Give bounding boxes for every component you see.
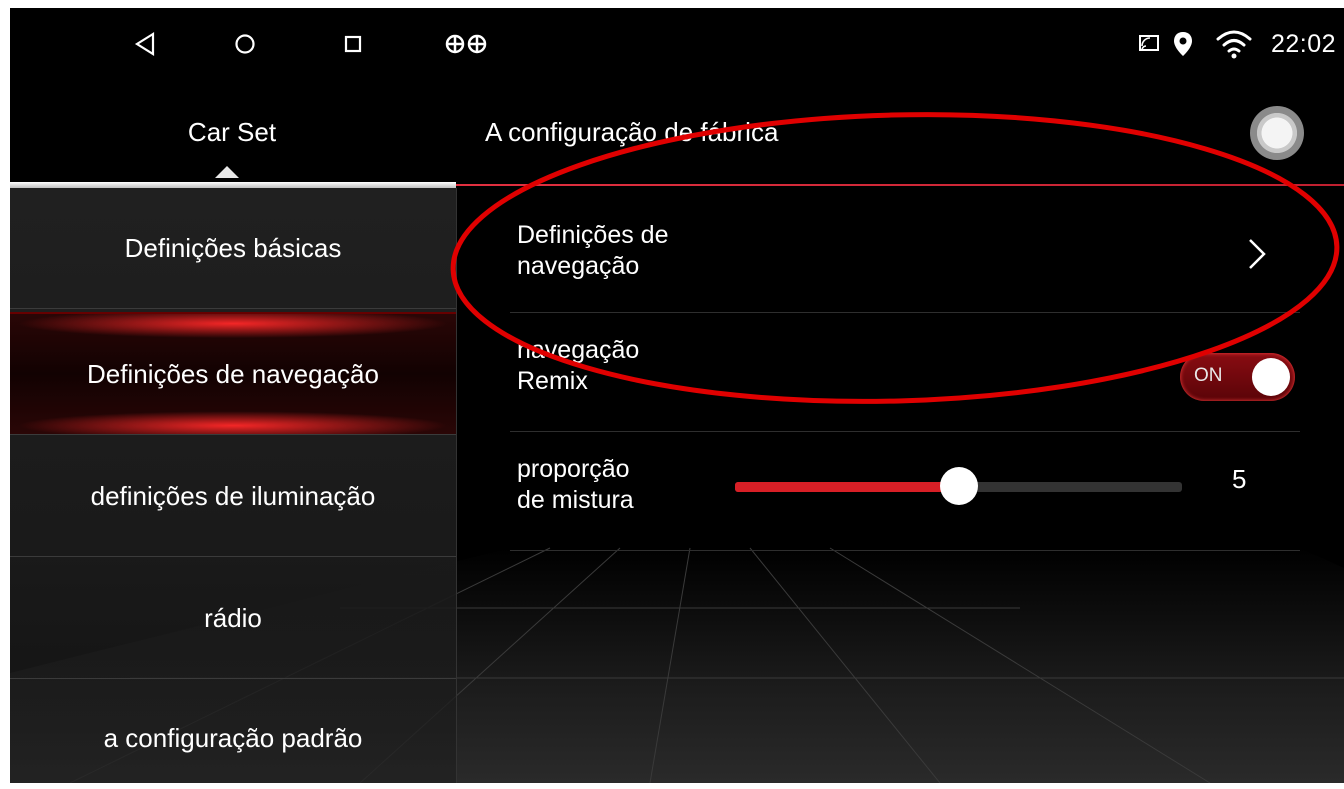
row-label-line2: Remix [517,367,588,395]
remix-toggle[interactable]: ON [1180,353,1295,401]
slider-knob[interactable] [939,467,978,505]
status-bar: 22:02 [10,8,1344,80]
slider-fill [735,482,959,492]
sidebar-item-lighting-settings[interactable]: definições de iluminação [10,436,456,557]
row-label-line2: de mistura [517,486,634,514]
mix-ratio-slider[interactable] [735,467,1182,505]
steering-wheel-icon [442,26,492,62]
row-label-line1: proporção [517,455,630,483]
head-unit-screen: 22:02 Car Set A configuração de fábrica … [10,8,1344,783]
sidebar-item-default-config[interactable]: a configuração padrão [10,678,456,783]
home-circle-icon[interactable] [225,26,265,62]
chevron-right-icon [1249,239,1266,269]
toggle-state-text: ON [1194,365,1223,386]
sidebar: Definições básicas Definições de navegaç… [10,188,457,783]
row-label-line2: navegação [517,252,640,280]
status-icons: 22:02 [1138,22,1336,66]
row-navigation-settings[interactable]: Definições de navegação [510,192,1300,313]
back-triangle-icon[interactable] [125,26,165,62]
header: Car Set A configuração de fábrica [10,80,1344,185]
row-label-line1: Definições de [517,221,669,249]
recent-square-icon[interactable] [333,26,373,62]
row-label-line1: navegação [517,336,640,364]
sidebar-item-navigation-settings[interactable]: Definições de navegação [10,312,456,435]
row-label: navegação Remix [517,335,639,397]
slider-value: 5 [1232,464,1247,494]
wifi-icon [1215,29,1253,59]
header-divider-right [456,184,1344,186]
toggle-knob [1252,358,1290,396]
row-navigation-remix: navegação Remix ON [510,313,1300,432]
sidebar-item-basic-settings[interactable]: Definições básicas [10,188,456,309]
sidebar-item-radio[interactable]: rádio [10,558,456,679]
tab-pointer [215,166,239,178]
row-label: Definições de navegação [517,220,668,282]
location-pin-icon [1173,31,1193,57]
cast-icon [1138,35,1159,53]
power-toggle-icon[interactable] [1250,106,1304,160]
page-title: A configuração de fábrica [485,117,779,147]
clock: 22:02 [1270,29,1336,58]
row-mix-ratio: proporção de mistura 5 [510,432,1300,551]
row-label: proporção de mistura [517,454,634,516]
